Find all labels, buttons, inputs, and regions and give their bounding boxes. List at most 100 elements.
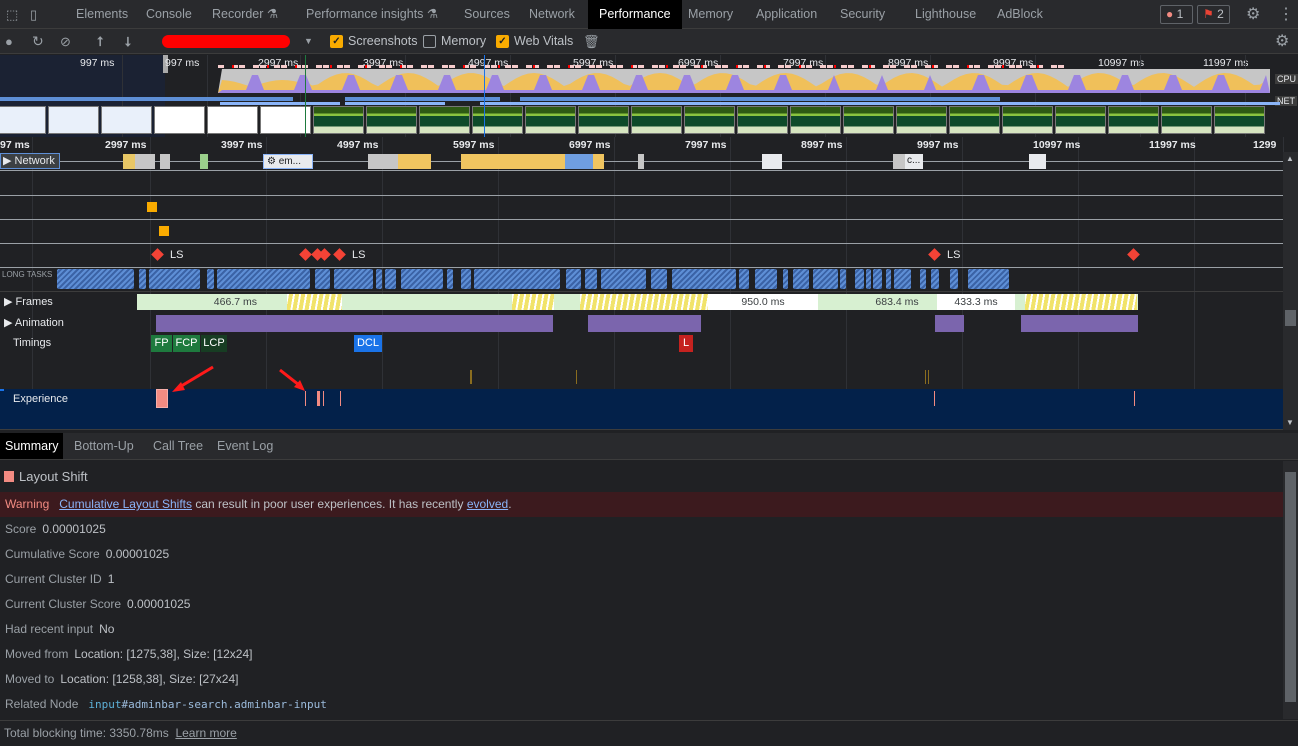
long-task-overview-mark (533, 65, 535, 68)
tab-performance-insights[interactable]: Performance insights ⚗ (306, 0, 438, 29)
learn-more-link[interactable]: Learn more (175, 726, 236, 740)
row-key: Current Cluster ID (5, 572, 102, 586)
long-task-bar (931, 269, 939, 289)
reload-record-icon[interactable]: ↻ (32, 29, 44, 54)
long-task-overview-mark (365, 65, 367, 68)
cls-link[interactable]: Cumulative Layout Shifts (59, 497, 192, 511)
screenshot-thumbnail (1108, 106, 1159, 134)
long-task-overview-mark (505, 65, 511, 68)
timeline-scrollbar[interactable] (1283, 152, 1298, 430)
timings-label: Timings (13, 337, 52, 349)
long-task-overview-mark (988, 65, 994, 68)
long-task-overview-mark (862, 65, 868, 68)
long-task-overview-mark (869, 65, 871, 68)
ruler-tick-label: 4997 ms (337, 139, 379, 151)
tab-memory[interactable]: Memory (688, 0, 733, 29)
clear-icon[interactable]: ⊘ (60, 29, 71, 54)
timeline-main[interactable]: 97 ms 2997 ms 3997 ms 4997 ms 5997 ms 6997 ms… (0, 137, 1284, 430)
long-task-overview-mark (407, 65, 413, 68)
long-task-bar (461, 269, 471, 289)
dcl-marker[interactable]: DCL (354, 335, 382, 352)
network-request-item[interactable]: c... (905, 154, 923, 169)
tab-adblock[interactable]: AdBlock (997, 0, 1043, 29)
node-tag: input (88, 698, 122, 711)
frame-duration[interactable]: 433.3 ms (937, 294, 1015, 310)
tab-sources[interactable]: Sources (464, 0, 510, 29)
tab-elements[interactable]: Elements (76, 0, 128, 29)
tab-event-log[interactable]: Event Log (217, 433, 273, 459)
long-task-overview-mark (596, 65, 602, 68)
record-icon[interactable]: ● (5, 29, 13, 54)
long-task-overview-mark (820, 65, 826, 68)
more-options-icon[interactable]: ⋮ (1278, 2, 1294, 27)
tab-performance[interactable]: Performance (588, 0, 682, 29)
errors-badge[interactable]: ● 1 (1160, 5, 1193, 24)
tab-network[interactable]: Network (529, 0, 575, 29)
screenshots-checkbox[interactable]: ✓ (330, 35, 343, 48)
settings-gear-icon[interactable]: ⚙ (1246, 2, 1260, 27)
layout-shift-event (323, 391, 324, 406)
timeline-scrollbar-thumb[interactable] (1285, 310, 1296, 326)
device-toolbar-icon[interactable]: ▯ (30, 2, 37, 27)
scroll-down-icon[interactable]: ▼ (1286, 418, 1294, 427)
summary-scrollbar-thumb[interactable] (1285, 472, 1296, 702)
capture-settings-gear-icon[interactable]: ⚙ (1275, 29, 1289, 54)
long-task-overview-mark (764, 65, 766, 68)
scroll-up-icon[interactable]: ▲ (1286, 154, 1294, 163)
related-node-link[interactable]: input#adminbar-search.adminbar-input (88, 698, 326, 711)
lcp-marker[interactable]: LCP (201, 335, 227, 352)
long-task-overview-mark (904, 65, 910, 68)
issues-badge[interactable]: ⚑ 2 (1197, 5, 1230, 24)
redacted-recording-select[interactable] (162, 35, 290, 48)
tab-security[interactable]: Security (840, 0, 885, 29)
long-task-overview-mark (1037, 65, 1039, 68)
tab-bottom-up[interactable]: Bottom-Up (74, 433, 134, 459)
long-task-overview-mark (659, 65, 665, 68)
tab-console[interactable]: Console (146, 0, 192, 29)
long-task-overview-mark (498, 65, 500, 68)
chevron-down-icon[interactable]: ▼ (304, 29, 313, 54)
row-divider (0, 170, 1283, 171)
network-track-toggle[interactable]: ▶ Network (0, 153, 60, 169)
trash-icon[interactable]: 🗑 (583, 29, 600, 54)
frame-duration[interactable]: 466.7 ms (137, 294, 287, 310)
upload-profile-icon[interactable]: ⭡ (97, 29, 103, 54)
download-profile-icon[interactable]: ⭣ (125, 29, 131, 54)
long-task-bar (149, 269, 200, 289)
red-arrow (177, 365, 214, 390)
fcp-marker[interactable]: FCP (173, 335, 200, 352)
expand-triangle-icon: ▶ (4, 317, 13, 329)
inspect-element-icon[interactable]: ⬚ (6, 2, 18, 27)
row-divider (0, 267, 1283, 268)
tab-lighthouse[interactable]: Lighthouse (915, 0, 976, 29)
long-task-bar (601, 269, 646, 289)
network-request-item[interactable]: ⚙ em... (263, 154, 313, 169)
animation-track-toggle[interactable]: ▶ Animation (4, 316, 64, 329)
frame-duration[interactable]: 683.4 ms (858, 294, 936, 310)
frames-track-toggle[interactable]: ▶ Frames (4, 295, 53, 308)
network-request-bar (135, 154, 155, 169)
long-task-overview-mark (652, 65, 658, 68)
long-task-bar (672, 269, 736, 289)
fp-marker[interactable]: FP (151, 335, 172, 352)
web-vital-marker[interactable] (147, 202, 157, 212)
long-task-overview-mark (722, 65, 728, 68)
timeline-overview[interactable]: 997 ms 997 ms 2997 ms 3997 ms 4997 ms 5997 ms… (0, 55, 1298, 137)
frame-duration[interactable]: 950.0 ms (708, 294, 818, 310)
long-task-overview-mark (967, 65, 969, 68)
evolved-link[interactable]: evolved (467, 497, 508, 511)
animation-label: Animation (14, 317, 64, 329)
tab-summary[interactable]: Summary (0, 433, 64, 459)
tab-call-tree[interactable]: Call Tree (153, 433, 203, 459)
tab-recorder[interactable]: Recorder ⚗ (212, 0, 278, 29)
long-task-bar (385, 269, 396, 289)
net-bar (220, 102, 340, 105)
tab-application[interactable]: Application (756, 0, 817, 29)
row-key: Moved to (5, 672, 55, 686)
memory-checkbox[interactable] (423, 35, 436, 48)
load-marker[interactable]: L (679, 335, 693, 352)
web-vitals-checkbox[interactable]: ✓ (496, 35, 509, 48)
layout-shift-event (1134, 391, 1135, 406)
web-vital-marker[interactable] (159, 226, 169, 236)
footer-status: Total blocking time: 3350.78ms Learn mor… (0, 720, 1298, 745)
